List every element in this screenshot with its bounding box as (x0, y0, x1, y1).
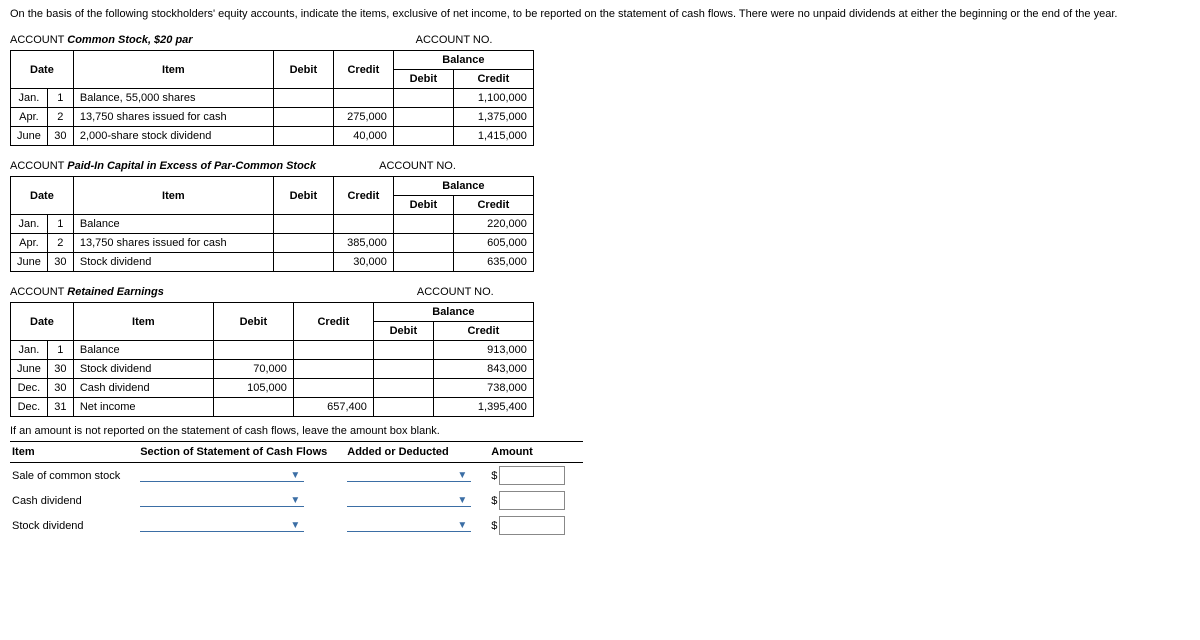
added-dropdown[interactable]: ▼ (347, 494, 471, 507)
table-row: Jan.1Balance913,000 (11, 341, 534, 360)
dollar-sign: $ (491, 520, 497, 532)
ledger-common-stock: Date Item Debit Credit Balance Debit Cre… (10, 50, 534, 146)
added-dropdown[interactable]: ▼ (347, 519, 471, 532)
chevron-down-icon: ▼ (457, 520, 467, 531)
answer-item-label: Sale of common stock (10, 463, 138, 489)
col-balance: Balance (393, 51, 533, 70)
section-dropdown[interactable]: ▼ (140, 494, 304, 507)
amount-input[interactable] (499, 516, 565, 535)
section-dropdown[interactable]: ▼ (140, 519, 304, 532)
col-balance-credit: Credit (453, 70, 533, 89)
table-row: June302,000-share stock dividend40,0001,… (11, 127, 534, 146)
dollar-sign: $ (491, 495, 497, 507)
section-dropdown[interactable]: ▼ (140, 469, 304, 482)
col-date: Date (11, 51, 74, 89)
table-row: June30Stock dividend30,000635,000 (11, 253, 534, 272)
col-item: Item (73, 51, 273, 89)
table-row: Apr.213,750 shares issued for cash275,00… (11, 108, 534, 127)
col-answer-item: Item (10, 442, 138, 463)
col-debit: Debit (273, 51, 333, 89)
col-balance-debit: Debit (393, 70, 453, 89)
account-header-retained-earnings: ACCOUNT Retained Earnings ACCOUNT NO. (10, 286, 1190, 298)
table-row: Jan.1Balance, 55,000 shares1,100,000 (11, 89, 534, 108)
chevron-down-icon: ▼ (290, 520, 300, 531)
answer-item-label: Cash dividend (10, 488, 138, 513)
answer-row: Stock dividend ▼ ▼ $ (10, 513, 583, 538)
account-header-paid-in-capital: ACCOUNT Paid-In Capital in Excess of Par… (10, 160, 1190, 172)
col-answer-section: Section of Statement of Cash Flows (138, 442, 345, 463)
col-answer-added: Added or Deducted (345, 442, 489, 463)
ledger-paid-in-capital: Date Item Debit Credit Balance DebitCred… (10, 176, 534, 272)
chevron-down-icon: ▼ (290, 495, 300, 506)
answer-item-label: Stock dividend (10, 513, 138, 538)
chevron-down-icon: ▼ (457, 495, 467, 506)
amount-input[interactable] (499, 491, 565, 510)
chevron-down-icon: ▼ (457, 470, 467, 481)
instruction-text: On the basis of the following stockholde… (10, 8, 1190, 20)
amount-input[interactable] (499, 466, 565, 485)
table-row: Apr.213,750 shares issued for cash385,00… (11, 234, 534, 253)
ledger-retained-earnings: Date Item Debit Credit Balance DebitCred… (10, 302, 534, 417)
answer-table: Item Section of Statement of Cash Flows … (10, 441, 583, 538)
col-credit: Credit (333, 51, 393, 89)
answer-row: Sale of common stock ▼ ▼ $ (10, 463, 583, 489)
note-text: If an amount is not reported on the stat… (10, 425, 1190, 437)
added-dropdown[interactable]: ▼ (347, 469, 471, 482)
answer-row: Cash dividend ▼ ▼ $ (10, 488, 583, 513)
account-header-common-stock: ACCOUNT Common Stock, $20 par ACCOUNT NO… (10, 34, 1190, 46)
table-row: Dec.30Cash dividend105,000738,000 (11, 379, 534, 398)
table-row: Jan.1Balance220,000 (11, 215, 534, 234)
table-row: Dec.31Net income657,4001,395,400 (11, 398, 534, 417)
chevron-down-icon: ▼ (290, 470, 300, 481)
dollar-sign: $ (491, 470, 497, 482)
col-answer-amount: Amount (489, 442, 583, 463)
table-row: June30Stock dividend70,000843,000 (11, 360, 534, 379)
